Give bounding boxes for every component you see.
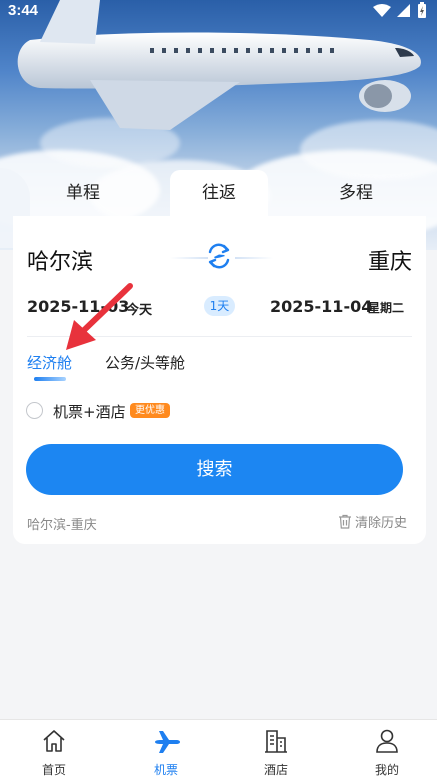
flight-hotel-label[interactable]: 机票+酒店 xyxy=(53,401,126,422)
clear-history-button[interactable]: 清除历史 xyxy=(338,512,407,531)
nav-home[interactable]: 首页 xyxy=(14,720,94,777)
nav-flight-label: 机票 xyxy=(153,763,178,777)
trash-icon xyxy=(339,514,351,529)
nav-home-label: 首页 xyxy=(41,763,66,777)
nav-mine[interactable]: 我的 xyxy=(347,720,427,777)
nav-flight[interactable]: 机票 xyxy=(126,720,206,777)
cabin-active-indicator xyxy=(34,377,66,381)
tab-one-way[interactable]: 单程 xyxy=(13,170,153,218)
home-icon xyxy=(43,730,65,752)
nav-mine-label: 我的 xyxy=(374,763,399,777)
swap-line-right xyxy=(235,257,273,259)
arrival-city[interactable]: 重庆 xyxy=(368,244,412,276)
battery-icon xyxy=(418,2,426,18)
return-day-label: 星期二 xyxy=(368,301,405,315)
annotation-arrow xyxy=(66,283,133,350)
status-time: 3:44 xyxy=(8,2,39,19)
wifi-icon xyxy=(373,3,391,17)
return-date[interactable]: 2025-11-04 xyxy=(270,297,372,316)
search-button[interactable]: 搜索 xyxy=(26,444,403,495)
departure-city[interactable]: 哈尔滨 xyxy=(27,244,93,276)
nav-hotel[interactable]: 酒店 xyxy=(236,720,316,777)
flight-hotel-radio[interactable] xyxy=(26,402,43,419)
status-bar: 3:44 xyxy=(0,0,437,24)
hotel-icon xyxy=(265,730,287,753)
status-icons xyxy=(373,2,427,19)
user-icon xyxy=(376,729,398,753)
airplane-icon xyxy=(155,731,180,753)
airplane-illustration xyxy=(17,0,421,130)
tab-round-trip[interactable]: 往返 xyxy=(170,170,268,218)
signal-icon xyxy=(397,3,410,17)
trip-type-tabs: 单程 往返 多程 xyxy=(13,170,426,222)
history-item[interactable]: 哈尔滨-重庆 xyxy=(27,514,97,533)
nav-hotel-label: 酒店 xyxy=(263,763,288,777)
bottom-nav: 首页 机票 酒店 我的 xyxy=(0,719,437,777)
clear-history-label: 清除历史 xyxy=(355,516,408,531)
swap-line-left xyxy=(170,257,208,259)
tab-multi-city[interactable]: 多程 xyxy=(286,170,426,218)
trip-duration-badge: 1天 xyxy=(204,296,235,316)
discount-badge: 更优惠 xyxy=(130,403,170,418)
swap-icon[interactable] xyxy=(206,243,232,269)
